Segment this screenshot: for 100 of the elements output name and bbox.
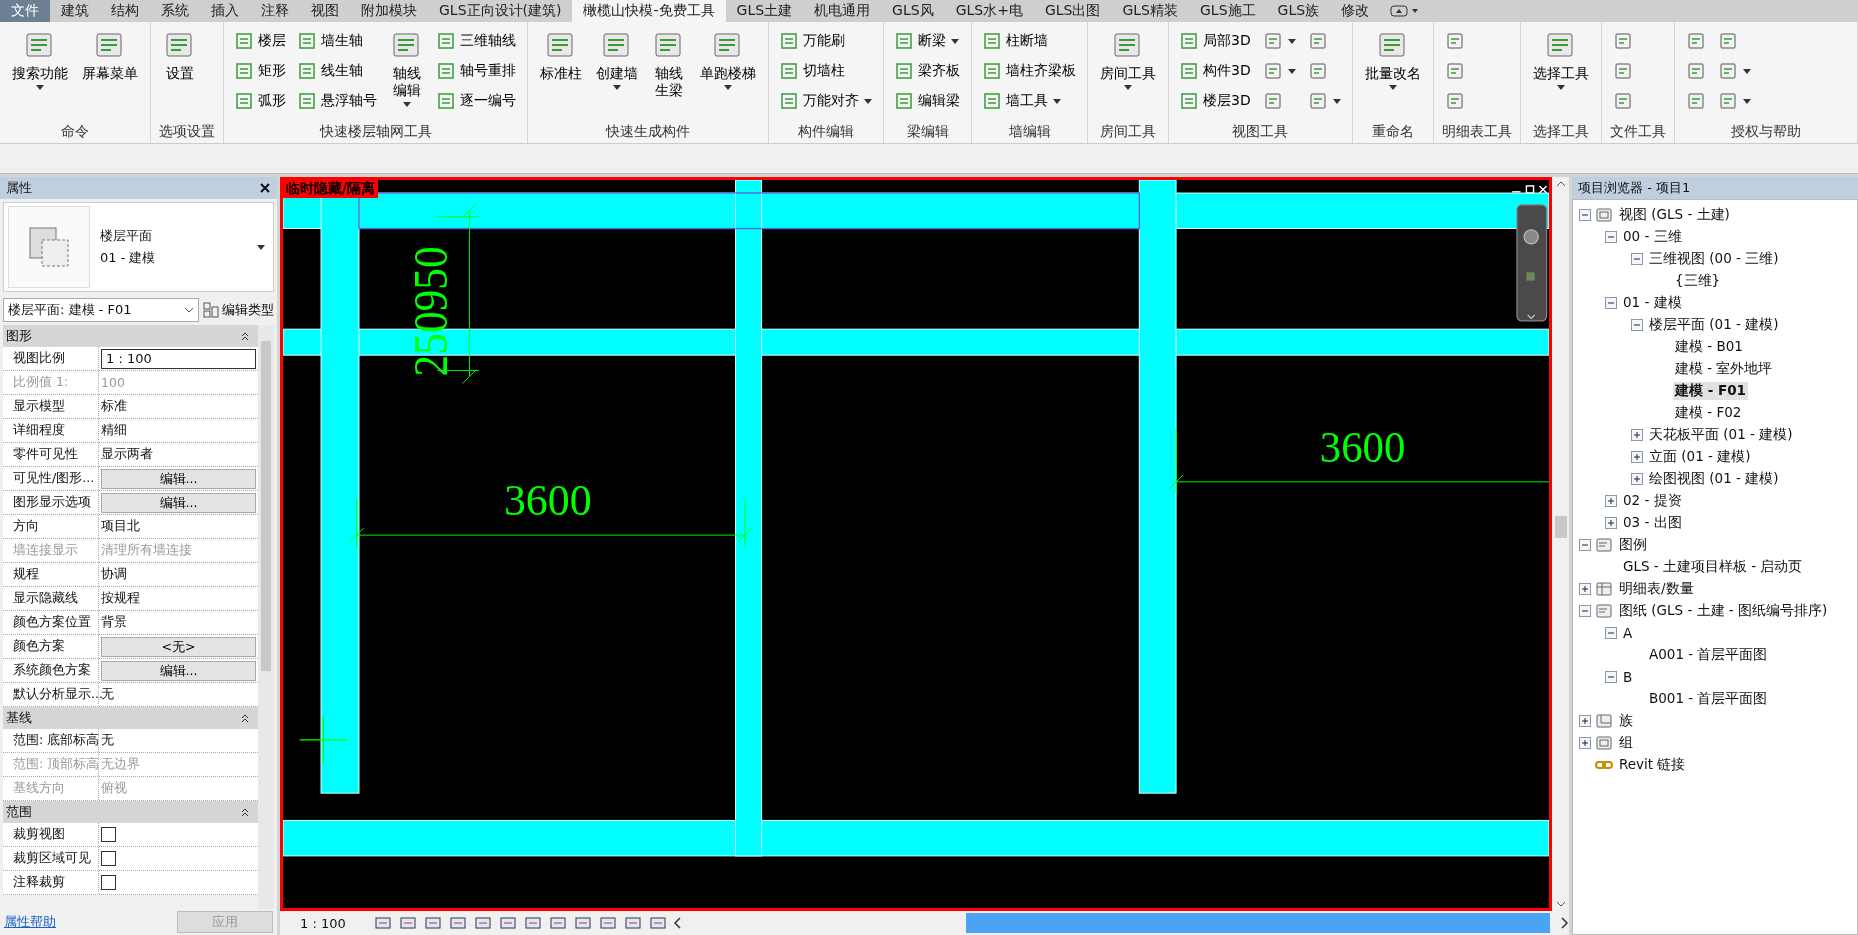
tree-item[interactable]: 建模 - B01	[1673, 338, 1745, 356]
collapse-icon[interactable]	[240, 807, 250, 817]
section-header[interactable]: 基线	[3, 707, 258, 729]
ribbon-tab[interactable]: 机电通用	[803, 0, 882, 22]
tree-item[interactable]: {三维}	[1673, 272, 1723, 290]
ribbon-tab[interactable]: GLS正向设计(建筑)	[428, 0, 573, 22]
expand-toggle[interactable]	[1605, 231, 1617, 243]
expand-toggle[interactable]	[1605, 627, 1617, 639]
tree-item[interactable]: 建模 - 室外地坪	[1673, 360, 1775, 378]
window-controls-icon[interactable]	[1511, 185, 1548, 194]
ribbon-button[interactable]: 创建墙	[592, 26, 642, 120]
ribbon-button[interactable]: 墙生轴	[295, 26, 380, 56]
collapse-icon[interactable]	[240, 713, 250, 723]
tree-item[interactable]: 01 - 建模	[1621, 294, 1684, 312]
ribbon-tab[interactable]: GLS风	[881, 0, 945, 22]
tree-item[interactable]: 建模 - F02	[1673, 404, 1744, 422]
ribbon-button[interactable]: 轴线 生梁	[648, 26, 690, 120]
ribbon-button[interactable]: 屏幕菜单	[78, 26, 142, 120]
tree-item[interactable]: 立面 (01 - 建模)	[1647, 448, 1753, 466]
expand-toggle[interactable]	[1579, 715, 1591, 727]
expand-toggle[interactable]	[1631, 319, 1643, 331]
ribbon-button[interactable]: 万能对齐	[777, 86, 875, 116]
ribbon-button[interactable]: 单跑楼梯	[696, 26, 760, 120]
ribbon-button[interactable]: 批量改名	[1360, 26, 1425, 120]
tree-item[interactable]: GLS - 土建项目样板 - 启动页	[1621, 558, 1805, 576]
tree-item[interactable]: 00 - 三维	[1621, 228, 1684, 246]
expand-toggle[interactable]	[1579, 737, 1591, 749]
properties-help-link[interactable]: 属性帮助	[4, 913, 56, 931]
ribbon-button[interactable]: 梁齐板	[892, 56, 963, 86]
checkbox[interactable]	[101, 827, 116, 842]
tree-item[interactable]: 图纸 (GLS - 土建 - 图纸编号排序)	[1617, 602, 1830, 620]
expand-toggle[interactable]	[1605, 671, 1617, 683]
ribbon-button[interactable]: 柱断墙	[980, 26, 1079, 56]
ribbon-button[interactable]: 选择工具	[1528, 26, 1593, 120]
ribbon-tab[interactable]: GLS土建	[725, 0, 804, 22]
ribbon-tab[interactable]: 文件	[0, 0, 50, 22]
tree-item[interactable]: 族	[1617, 712, 1635, 730]
scrollbar[interactable]	[1552, 177, 1569, 911]
ribbon-button[interactable]: 轴号重排	[434, 56, 519, 86]
tree-item[interactable]: B001 - 首层平面图	[1647, 690, 1770, 708]
tree-item[interactable]: 楼层平面 (01 - 建模)	[1647, 316, 1781, 334]
type-selector[interactable]: 楼层平面 01 - 建模	[3, 202, 274, 292]
expand-toggle[interactable]	[1631, 253, 1643, 265]
edit-button[interactable]: 编辑...	[101, 660, 256, 681]
tree-item[interactable]: 绘图视图 (01 - 建模)	[1647, 470, 1781, 488]
tree-item[interactable]: 03 - 出图	[1621, 514, 1684, 532]
collapse-icon[interactable]	[240, 331, 250, 341]
tree-item[interactable]: A001 - 首层平面图	[1647, 646, 1770, 664]
ribbon-button[interactable]: 切墙柱	[777, 56, 875, 86]
ribbon-button[interactable]: 墙柱齐梁板	[980, 56, 1079, 86]
checkbox[interactable]	[101, 875, 116, 890]
expand-toggle[interactable]	[1631, 429, 1643, 441]
ribbon-tab[interactable]: 修改	[1330, 0, 1381, 22]
ribbon-button[interactable]: 弧形	[232, 86, 289, 116]
edit-button[interactable]: 编辑...	[101, 492, 256, 513]
ribbon-tab[interactable]: 系统	[150, 0, 200, 22]
expand-toggle[interactable]	[1579, 583, 1591, 595]
expand-toggle[interactable]	[1579, 605, 1591, 617]
scrollbar[interactable]	[258, 325, 274, 909]
section-header[interactable]: 范围	[3, 801, 258, 823]
section-header[interactable]: 图形	[3, 325, 258, 347]
ribbon-tab[interactable]: GLS施工	[1189, 0, 1267, 22]
scale-input-field[interactable]: 1 : 100	[101, 348, 256, 369]
instance-dropdown[interactable]: 楼层平面: 建模 - F01	[3, 298, 199, 322]
ribbon-button[interactable]: 矩形	[232, 56, 289, 86]
drawing-canvas[interactable]: 250950 3600 3600 临时隐藏/隔离	[280, 177, 1552, 911]
tree-item[interactable]: 图例	[1617, 536, 1649, 554]
ribbon-tab[interactable]: 建筑	[50, 0, 100, 22]
ribbon-tab[interactable]: GLS出图	[1033, 0, 1112, 22]
scrollbar-thumb[interactable]	[1554, 515, 1567, 538]
chevron-up-icon[interactable]	[1555, 180, 1566, 188]
ribbon-tab[interactable]: 注释	[250, 0, 300, 22]
tree-item[interactable]: 组	[1617, 734, 1635, 752]
view-scale[interactable]: 1 : 100	[300, 915, 346, 931]
ribbon-button[interactable]: 万能刷	[777, 26, 875, 56]
chevron-down-icon[interactable]	[1555, 900, 1566, 908]
ribbon-button[interactable]: 搜索功能	[8, 26, 72, 120]
expand-toggle[interactable]	[1631, 451, 1643, 463]
tree-item[interactable]: Revit 链接	[1617, 756, 1688, 774]
tree-item[interactable]: 明细表/数量	[1617, 580, 1696, 598]
expand-toggle[interactable]	[1579, 209, 1591, 221]
ribbon-button[interactable]: 标准柱	[536, 26, 586, 120]
scrollbar-thumb[interactable]	[261, 341, 271, 671]
ribbon-button[interactable]: 编辑梁	[892, 86, 963, 116]
ribbon-button[interactable]: 构件3D	[1177, 56, 1254, 86]
tree-item[interactable]: B	[1621, 669, 1635, 685]
ribbon-button[interactable]: 墙工具	[980, 86, 1079, 116]
expand-toggle[interactable]	[1605, 495, 1617, 507]
tree-item[interactable]: 02 - 提资	[1621, 492, 1684, 510]
ribbon-button[interactable]: 线生轴	[295, 56, 380, 86]
edit-button[interactable]: 编辑...	[101, 468, 256, 489]
ribbon-button[interactable]: 楼层	[232, 26, 289, 56]
ribbon-tab[interactable]: 附加模块	[350, 0, 428, 22]
ribbon-button[interactable]: 三维轴线	[434, 26, 519, 56]
ribbon-tab[interactable]: 结构	[100, 0, 150, 22]
ribbon-button[interactable]: 悬浮轴号	[295, 86, 380, 116]
expand-toggle[interactable]	[1579, 539, 1591, 551]
edit-type-button[interactable]: 编辑类型	[203, 301, 274, 319]
checkbox[interactable]	[101, 851, 116, 866]
chevron-left-icon[interactable]	[672, 917, 683, 929]
